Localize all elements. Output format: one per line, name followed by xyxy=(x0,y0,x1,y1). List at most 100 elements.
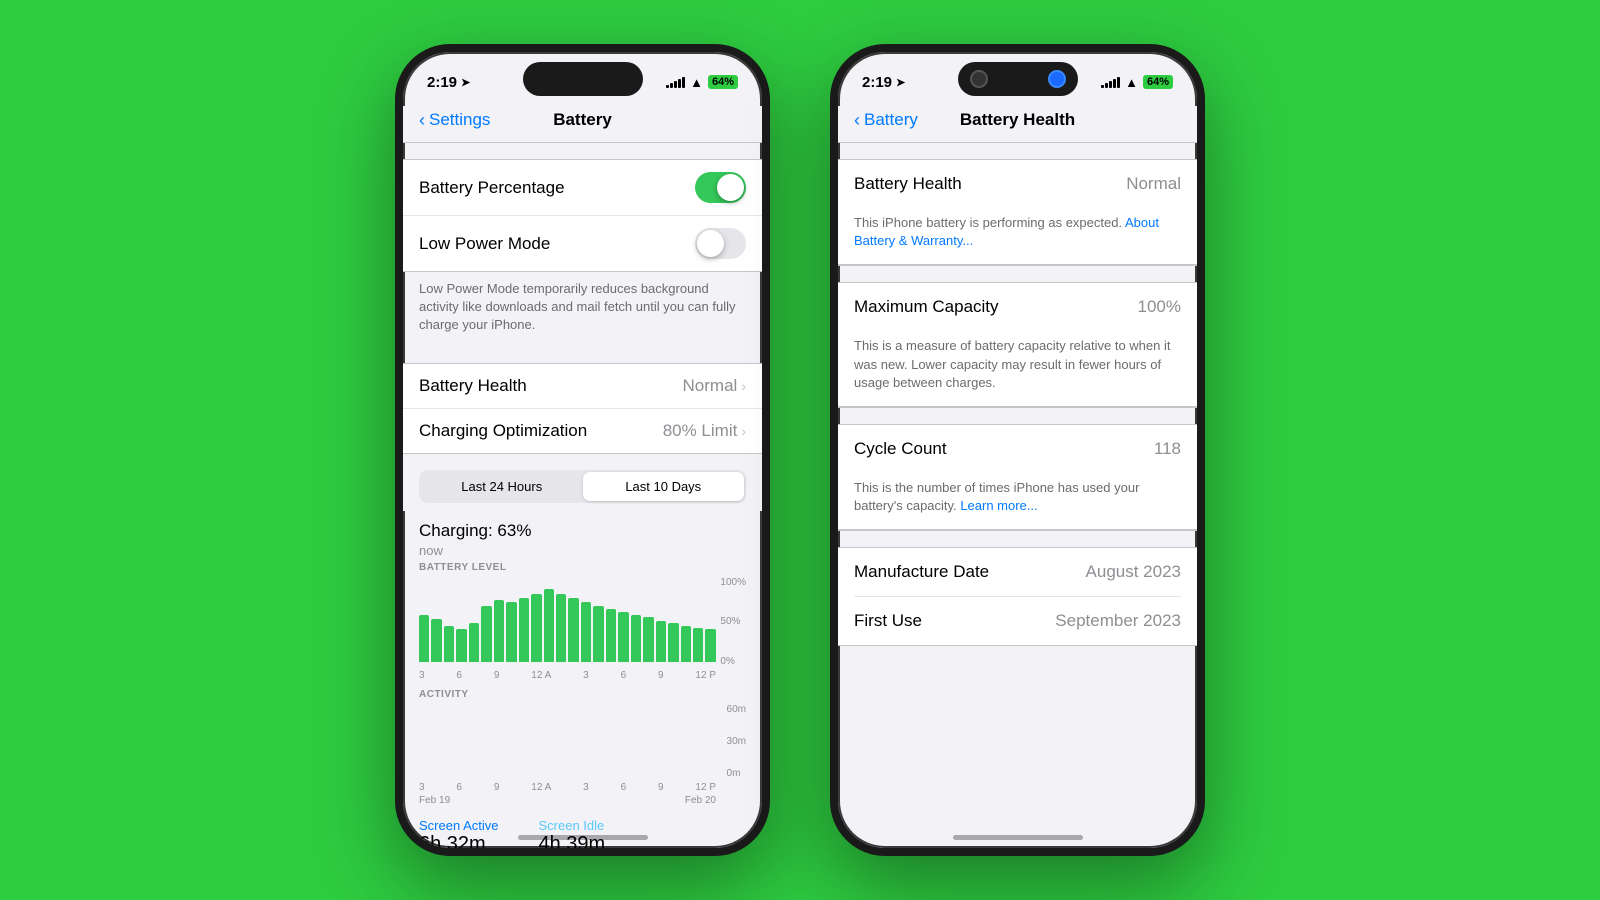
max-capacity-value: 100% xyxy=(1138,297,1181,317)
battery-percentage-badge: 64% xyxy=(708,75,738,89)
battery-health-status-label: Battery Health xyxy=(854,174,962,194)
activity-chart-wrapper: 60m 30m 0m xyxy=(419,704,746,779)
battery-bar xyxy=(506,602,516,662)
home-indicator-2 xyxy=(953,835,1083,840)
faceid-icon xyxy=(1048,70,1066,88)
dynamic-island-2 xyxy=(958,62,1078,96)
manufacture-date-label: Manufacture Date xyxy=(854,562,989,582)
battery-chart-wrapper: 100% 50% 0% xyxy=(419,577,746,667)
max-capacity-row: Maximum Capacity 100% xyxy=(838,283,1197,331)
side-button-vol-up-2[interactable] xyxy=(830,247,834,312)
side-button-vol-down-2[interactable] xyxy=(830,322,834,387)
battery-bar xyxy=(456,629,466,661)
charging-optimization-row[interactable]: Charging Optimization 80% Limit › xyxy=(403,409,762,453)
charging-info: Charging: 63% now xyxy=(403,511,762,562)
learn-more-link[interactable]: Learn more... xyxy=(960,498,1037,513)
page-title: Battery xyxy=(553,110,612,130)
battery-bar xyxy=(444,626,454,662)
battery-bar xyxy=(581,602,591,662)
battery-percentage-row[interactable]: Battery Percentage xyxy=(403,160,762,216)
battery-health-description: This iPhone battery is performing as exp… xyxy=(838,208,1197,265)
status-time-2: 2:19 ➤ xyxy=(862,74,905,91)
health-status-section: Battery Health Normal This iPhone batter… xyxy=(838,159,1197,266)
chevron-left-icon-2: ‹ xyxy=(854,110,860,131)
back-button[interactable]: ‹ Settings xyxy=(419,110,490,131)
battery-bar xyxy=(618,612,628,661)
battery-bar xyxy=(593,606,603,661)
back-button-2[interactable]: ‹ Battery xyxy=(854,110,918,131)
max-capacity-section: Maximum Capacity 100% This is a measure … xyxy=(838,282,1197,408)
home-indicator xyxy=(518,835,648,840)
side-button-vol-up[interactable] xyxy=(395,247,399,312)
low-power-toggle[interactable] xyxy=(695,228,746,259)
cycle-count-value: 118 xyxy=(1154,439,1181,459)
side-button-mute-2[interactable] xyxy=(830,192,834,227)
battery-bar xyxy=(431,619,441,662)
toggle-knob-off xyxy=(697,230,724,257)
settings-group-health: Battery Health Normal › Charging Optimiz… xyxy=(403,363,762,454)
battery-bar xyxy=(643,617,653,661)
time-tab-bar: Last 24 Hours Last 10 Days xyxy=(419,470,746,503)
status-icons-2: ▲ 64% xyxy=(1101,75,1173,90)
separator-2 xyxy=(838,142,1197,143)
location-arrow-icon-2: ➤ xyxy=(896,76,905,89)
chevron-left-icon: ‹ xyxy=(419,110,425,131)
activity-label: ACTIVITY xyxy=(419,689,746,700)
first-use-label: First Use xyxy=(854,611,922,631)
first-use-value: September 2023 xyxy=(1055,611,1181,631)
status-time: 2:19 ➤ xyxy=(427,74,470,91)
status-icons: ▲ 64% xyxy=(666,75,738,90)
signal-icon-2 xyxy=(1101,77,1120,88)
battery-bar xyxy=(519,598,529,662)
dates-section: Manufacture Date August 2023 First Use S… xyxy=(838,547,1197,646)
cycle-count-label: Cycle Count xyxy=(854,439,947,459)
battery-bar xyxy=(705,629,715,661)
battery-health-status-row: Battery Health Normal xyxy=(838,160,1197,208)
screen-usage: Screen Active 6h 32m Screen Idle 4h 39m xyxy=(403,806,762,856)
battery-badge-2: 64% xyxy=(1143,75,1173,89)
battery-x-labels: 3 6 9 12 A 3 6 9 12 P xyxy=(419,670,746,681)
battery-bar xyxy=(631,615,641,662)
activity-y-labels: 60m 30m 0m xyxy=(727,704,746,779)
battery-health-row[interactable]: Battery Health Normal › xyxy=(403,364,762,409)
battery-bar xyxy=(556,594,566,662)
side-button-vol-down[interactable] xyxy=(395,322,399,387)
toggle-knob xyxy=(717,174,744,201)
cycle-count-section: Cycle Count 118 This is the number of ti… xyxy=(838,424,1197,531)
screen-active-value: 6h 32m xyxy=(419,833,499,856)
side-button-power[interactable] xyxy=(766,232,770,312)
wifi-icon-2: ▲ xyxy=(1125,75,1138,90)
battery-bar xyxy=(568,598,578,662)
low-power-mode-row[interactable]: Low Power Mode xyxy=(403,216,762,271)
tab-24hours[interactable]: Last 24 Hours xyxy=(421,472,583,501)
battery-bar xyxy=(544,589,554,661)
phone-battery-health: 2:19 ➤ ▲ 64% ‹ Battery Battery Health xyxy=(830,44,1205,856)
signal-icon xyxy=(666,77,685,88)
battery-health-value: Normal › xyxy=(683,376,746,396)
nav-bar-2: ‹ Battery Battery Health xyxy=(838,106,1197,142)
screen-idle-label: Screen Idle xyxy=(539,818,606,833)
battery-chart-label: BATTERY LEVEL xyxy=(419,562,746,573)
wifi-icon: ▲ xyxy=(690,75,703,90)
date-labels: Feb 19 Feb 20 xyxy=(419,795,746,806)
battery-bar xyxy=(668,623,678,661)
page-title-2: Battery Health xyxy=(960,110,1075,130)
low-power-label: Low Power Mode xyxy=(419,234,550,254)
side-button-power-2[interactable] xyxy=(1201,232,1205,312)
charging-status: Charging: 63% xyxy=(419,521,746,541)
tab-10days[interactable]: Last 10 Days xyxy=(583,472,745,501)
chevron-right-icon: › xyxy=(741,378,746,394)
battery-chart-section: BATTERY LEVEL xyxy=(403,562,762,681)
location-arrow-icon: ➤ xyxy=(461,76,470,89)
max-capacity-label: Maximum Capacity xyxy=(854,297,999,317)
activity-x-labels: 3 6 9 12 A 3 6 9 12 P xyxy=(419,782,746,793)
battery-percentage-toggle[interactable] xyxy=(695,172,746,203)
manufacture-date-row: Manufacture Date August 2023 xyxy=(838,548,1197,596)
battery-bar xyxy=(606,609,616,662)
separator xyxy=(403,142,762,143)
charging-opt-label: Charging Optimization xyxy=(419,421,587,441)
camera-icon xyxy=(970,70,988,88)
side-button-mute[interactable] xyxy=(395,192,399,227)
battery-bar xyxy=(469,623,479,661)
charging-time: now xyxy=(419,543,746,558)
